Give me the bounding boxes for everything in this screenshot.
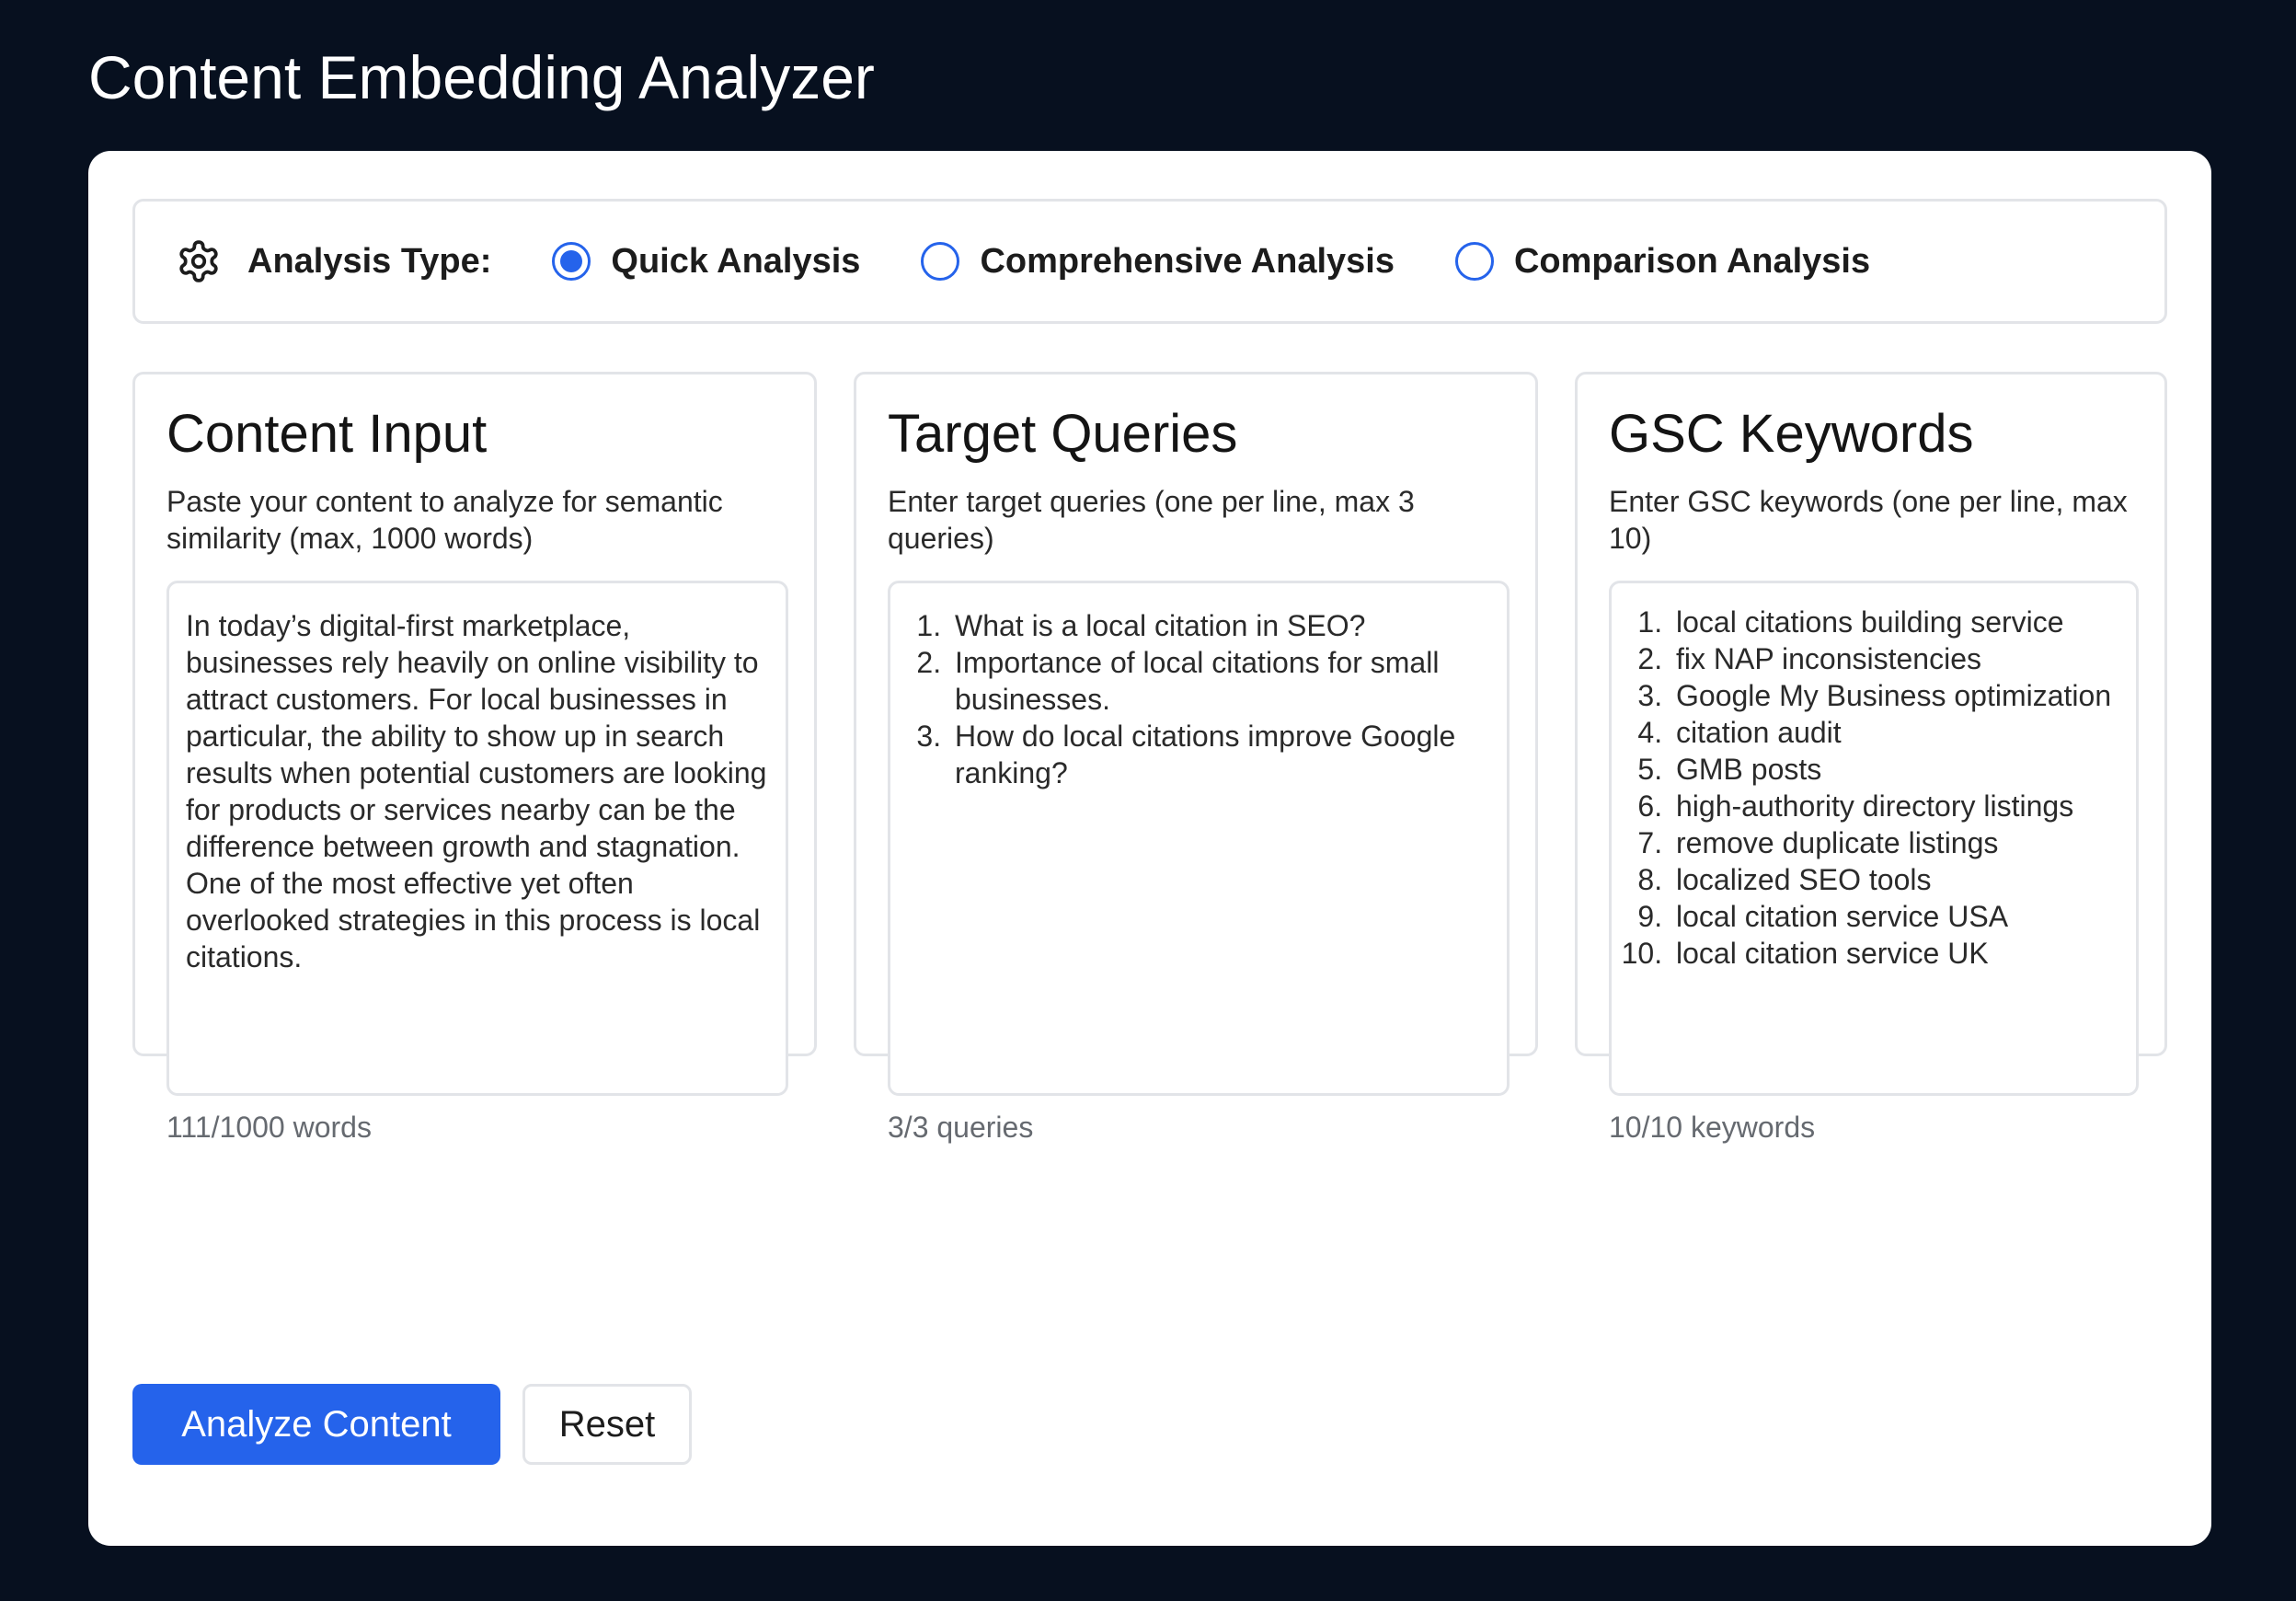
list-item: GMB posts [1670,751,2132,788]
word-counter: 111/1000 words [166,1111,372,1144]
list-item: How do local citations improve Google ra… [949,718,1498,791]
radio-button[interactable] [921,242,960,281]
analysis-type-bar: Analysis Type: Quick Analysis Comprehens… [132,199,2167,324]
radio-comprehensive-analysis[interactable]: Comprehensive Analysis [921,242,1395,282]
list-item: high-authority directory listings [1670,788,2132,824]
panel-description: Enter GSC keywords (one per line, max 10… [1609,485,2128,555]
main-card: Analysis Type: Quick Analysis Comprehens… [88,151,2211,1546]
keyword-list: local citations building service fix NAP… [1612,583,2136,972]
radio-label-quick: Quick Analysis [611,241,861,281]
app-title: Content Embedding Analyzer [88,43,875,111]
list-item: fix NAP inconsistencies [1670,640,2132,677]
content-textarea[interactable]: In today’s digital-first marketplace, bu… [166,581,788,1096]
query-list: What is a local citation in SEO? Importa… [890,583,1507,791]
keyword-counter: 10/10 keywords [1609,1111,1816,1144]
radio-quick-analysis[interactable]: Quick Analysis [552,242,860,282]
panel-title: Content Input [166,404,488,464]
radio-label-comprehensive: Comprehensive Analysis [980,241,1395,281]
analysis-type-label: Analysis Type: [247,241,492,281]
panel-description: Paste your content to analyze for semant… [166,485,723,555]
list-item: Google My Business optimization [1670,677,2132,714]
panel-title: GSC Keywords [1609,404,1974,464]
content-input-panel: Content Input Paste your content to anal… [132,372,817,1144]
list-item: localized SEO tools [1670,861,2132,898]
radio-button-checked[interactable] [552,242,591,281]
queries-textarea[interactable]: What is a local citation in SEO? Importa… [888,581,1510,1096]
radio-button[interactable] [1454,242,1494,281]
gear-icon [174,236,224,286]
radio-label-comparison: Comparison Analysis [1513,241,1871,281]
list-item: remove duplicate listings [1670,824,2132,861]
panel-description: Enter target queries (one per line, max … [888,485,1415,555]
keywords-textarea[interactable]: local citations building service fix NAP… [1609,581,2139,1096]
content-text: In today’s digital-first marketplace, bu… [186,609,767,973]
list-item: Importance of local citations for small … [949,644,1498,718]
list-item: citation audit [1670,714,2132,751]
radio-comparison-analysis[interactable]: Comparison Analysis [1454,241,1871,282]
list-item: local citation service UK [1670,935,2132,972]
list-item: local citations building service [1670,604,2132,640]
target-queries-panel: Target Queries Enter target queries (one… [854,372,1538,1144]
reset-button[interactable]: Reset [522,1384,692,1465]
panel-title: Target Queries [888,404,1238,464]
query-counter: 3/3 queries [888,1111,1034,1144]
gsc-keywords-panel: GSC Keywords Enter GSC keywords (one per… [1575,372,2167,1144]
list-item: What is a local citation in SEO? [949,607,1498,644]
analyze-content-button[interactable]: Analyze Content [132,1384,500,1465]
list-item: local citation service USA [1670,898,2132,935]
